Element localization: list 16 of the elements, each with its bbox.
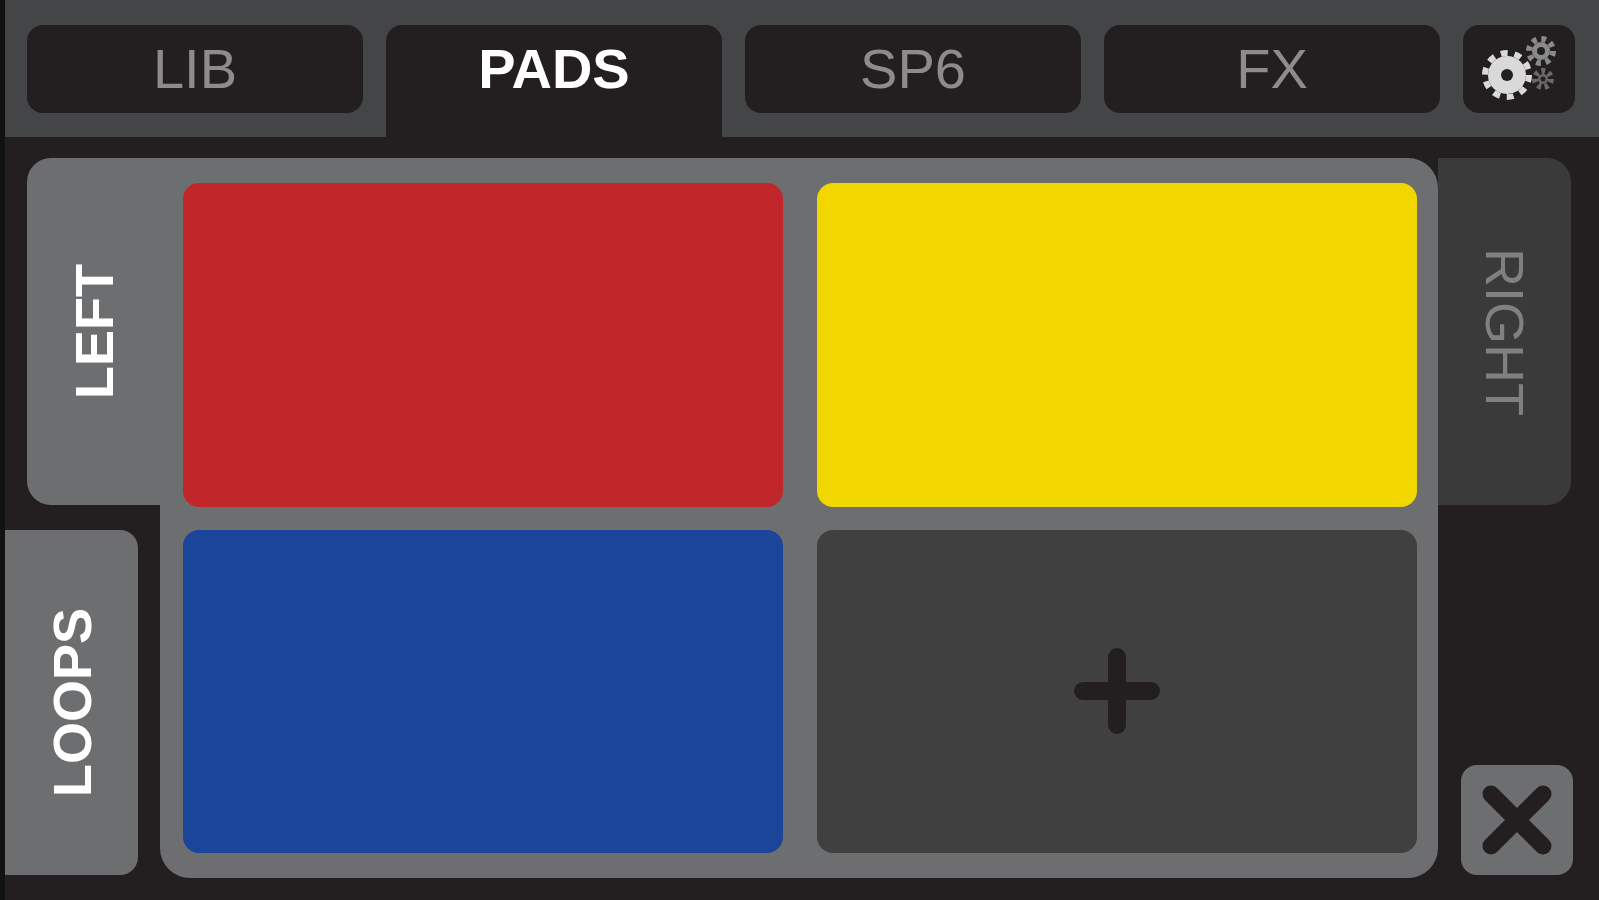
deck-tab[interactable]: LEFT [27,158,160,505]
tab[interactable]: SP6 [745,25,1081,113]
loops-button[interactable]: LOOPS [5,530,138,875]
settings-gears-icon [1479,36,1559,102]
deck-tab[interactable]: RIGHT [1438,158,1571,505]
sample-pad[interactable] [817,183,1417,507]
settings-button[interactable] [1463,25,1575,113]
tab[interactable]: FX [1104,25,1440,113]
add-pad-button[interactable] [817,529,1417,853]
close-icon [1482,785,1552,855]
close-button[interactable] [1461,765,1573,875]
sample-pad[interactable] [183,529,783,853]
sample-pad[interactable] [183,183,783,507]
tab[interactable]: PADS [386,25,722,137]
tab[interactable]: LIB [27,25,363,113]
plus-icon [1074,648,1160,735]
